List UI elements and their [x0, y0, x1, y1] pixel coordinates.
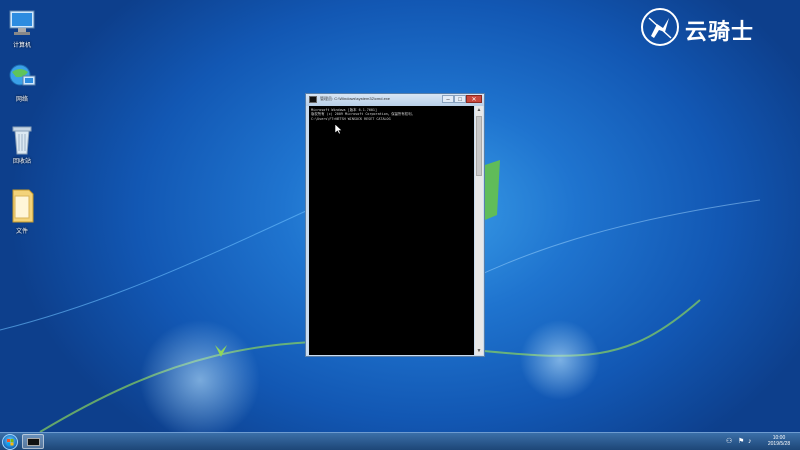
desktop-icon-folder[interactable]: 文件: [0, 186, 44, 235]
windows-logo-icon: [7, 439, 14, 446]
desktop-icon-label: 网络: [15, 97, 28, 103]
console-line: C:\Users\FT>NETSH WINSOCK RESET CATALOG: [311, 116, 391, 121]
logo-text: 云骑士: [685, 20, 755, 45]
desktop-icon-network[interactable]: 网络: [0, 62, 44, 103]
cmd-window-title: 管理员: C:\Windows\system32\cmd.exe: [320, 96, 391, 101]
cmd-console[interactable]: Microsoft Windows [版本 6.1.7601] 版权所有 (c) …: [309, 106, 474, 355]
desktop-icon-label: 文件: [15, 229, 28, 235]
cmd-titlebar[interactable]: 管理员: C:\Windows\system32\cmd.exe – □ ✕: [306, 94, 484, 106]
tray-volume-icon[interactable]: ♪: [748, 438, 755, 445]
taskbar: ⚇ ⚑ ♪ 10:00 2019/5/28: [0, 432, 800, 450]
tray-network-icon[interactable]: ⚇: [726, 438, 733, 445]
recycle-bin-icon: [7, 124, 37, 155]
cmd-scrollbar[interactable]: ▲ ▼: [475, 106, 483, 355]
cmd-window[interactable]: 管理员: C:\Windows\system32\cmd.exe – □ ✕ M…: [305, 93, 485, 357]
cmd-app-icon: [27, 438, 40, 446]
tray-flag-icon[interactable]: ⚑: [738, 438, 745, 445]
desktop-icon-label: 计算机: [12, 43, 31, 49]
close-button[interactable]: ✕: [466, 95, 482, 103]
cmd-app-icon[interactable]: [309, 96, 317, 103]
computer-icon: [7, 8, 37, 38]
mouse-pointer-icon: [335, 124, 343, 134]
minimize-button[interactable]: –: [442, 95, 454, 103]
desktop-icon-computer[interactable]: 计算机: [0, 8, 44, 49]
scroll-up-arrow-icon[interactable]: ▲: [475, 106, 483, 114]
maximize-button[interactable]: □: [454, 95, 466, 103]
taskbar-cmd-button[interactable]: [22, 434, 44, 449]
scroll-down-arrow-icon[interactable]: ▼: [475, 347, 483, 355]
desktop-background: 计算机 网络 回收站 文件 云骑士 管理员: C:\Windows\system…: [0, 0, 800, 432]
taskbar-clock[interactable]: 10:00 2019/5/28: [760, 435, 798, 447]
start-button[interactable]: [2, 434, 18, 450]
scrollbar-thumb[interactable]: [476, 116, 482, 176]
network-icon: [7, 62, 37, 92]
folder-icon: [7, 186, 37, 224]
brand-logo: 云骑士: [641, 8, 781, 48]
clock-date: 2019/5/28: [767, 441, 791, 447]
desktop-icon-recycle-bin[interactable]: 回收站: [0, 124, 44, 165]
knight-logo-icon: [641, 8, 679, 46]
